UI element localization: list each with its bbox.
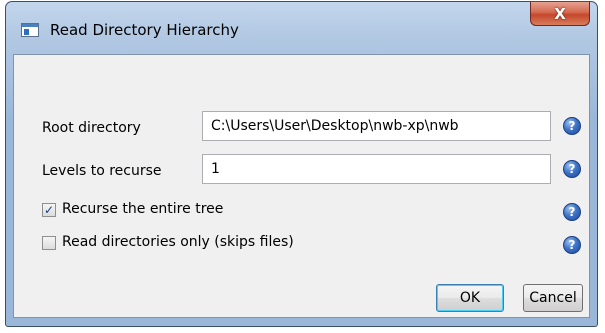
window-title: Read Directory Hierarchy xyxy=(50,21,239,39)
window-app-icon xyxy=(21,23,39,37)
read-directories-only-label[interactable]: Read directories only (skips files) xyxy=(62,234,294,250)
root-directory-label: Root directory xyxy=(42,120,141,136)
ok-button[interactable]: OK xyxy=(436,284,504,312)
cancel-button[interactable]: Cancel xyxy=(523,284,583,312)
close-icon: X xyxy=(554,4,566,23)
close-button[interactable]: X xyxy=(530,2,590,26)
title-bar[interactable]: Read Directory Hierarchy X xyxy=(6,2,597,54)
levels-to-recurse-label: Levels to recurse xyxy=(42,163,162,179)
read-directories-only-help-icon[interactable]: ? xyxy=(563,236,581,254)
root-directory-input[interactable]: C:\Users\User\Desktop\nwb-xp\nwb xyxy=(202,111,551,141)
root-directory-help-icon[interactable]: ? xyxy=(563,117,581,135)
recurse-entire-tree-help-icon[interactable]: ? xyxy=(563,203,581,221)
levels-to-recurse-input[interactable]: 1 xyxy=(202,154,551,184)
dialog-window: Read Directory Hierarchy X Root director… xyxy=(5,1,598,327)
recurse-entire-tree-checkbox[interactable]: ✓ xyxy=(42,203,56,217)
levels-to-recurse-help-icon[interactable]: ? xyxy=(563,160,581,178)
dialog-body: Root directory C:\Users\User\Desktop\nwb… xyxy=(13,54,590,318)
recurse-entire-tree-label[interactable]: Recurse the entire tree xyxy=(62,201,223,217)
read-directories-only-checkbox[interactable] xyxy=(42,236,56,250)
